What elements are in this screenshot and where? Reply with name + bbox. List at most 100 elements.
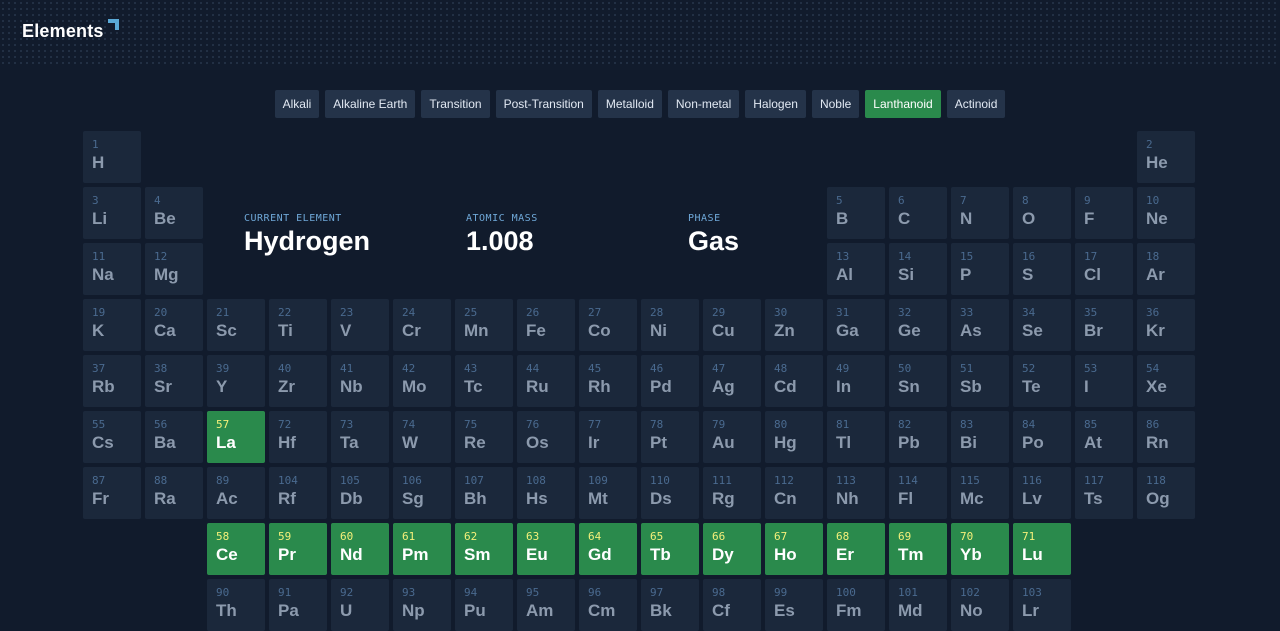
element-cell-na[interactable]: 11 Na bbox=[83, 243, 141, 295]
element-cell-hs[interactable]: 108 Hs bbox=[517, 467, 575, 519]
element-cell-yb[interactable]: 70 Yb bbox=[951, 523, 1009, 575]
element-cell-pb[interactable]: 82 Pb bbox=[889, 411, 947, 463]
element-cell-co[interactable]: 27 Co bbox=[579, 299, 637, 351]
element-cell-br[interactable]: 35 Br bbox=[1075, 299, 1133, 351]
element-cell-nd[interactable]: 60 Nd bbox=[331, 523, 389, 575]
element-cell-dy[interactable]: 66 Dy bbox=[703, 523, 761, 575]
element-cell-rg[interactable]: 111 Rg bbox=[703, 467, 761, 519]
element-cell-sn[interactable]: 50 Sn bbox=[889, 355, 947, 407]
element-cell-s[interactable]: 16 S bbox=[1013, 243, 1071, 295]
element-cell-pm[interactable]: 61 Pm bbox=[393, 523, 451, 575]
element-cell-v[interactable]: 23 V bbox=[331, 299, 389, 351]
element-cell-ru[interactable]: 44 Ru bbox=[517, 355, 575, 407]
filter-chip-transition[interactable]: Transition bbox=[421, 90, 490, 118]
logo-text[interactable]: Elements bbox=[22, 21, 104, 42]
element-cell-ge[interactable]: 32 Ge bbox=[889, 299, 947, 351]
element-cell-zr[interactable]: 40 Zr bbox=[269, 355, 327, 407]
element-cell-hf[interactable]: 72 Hf bbox=[269, 411, 327, 463]
element-cell-zn[interactable]: 30 Zn bbox=[765, 299, 823, 351]
element-cell-ag[interactable]: 47 Ag bbox=[703, 355, 761, 407]
element-cell-fm[interactable]: 100 Fm bbox=[827, 579, 885, 631]
element-cell-bk[interactable]: 97 Bk bbox=[641, 579, 699, 631]
element-cell-bh[interactable]: 107 Bh bbox=[455, 467, 513, 519]
element-cell-cf[interactable]: 98 Cf bbox=[703, 579, 761, 631]
element-cell-ga[interactable]: 31 Ga bbox=[827, 299, 885, 351]
element-cell-ir[interactable]: 77 Ir bbox=[579, 411, 637, 463]
element-cell-mo[interactable]: 42 Mo bbox=[393, 355, 451, 407]
element-cell-nh[interactable]: 113 Nh bbox=[827, 467, 885, 519]
element-cell-ts[interactable]: 117 Ts bbox=[1075, 467, 1133, 519]
element-cell-in[interactable]: 49 In bbox=[827, 355, 885, 407]
element-cell-si[interactable]: 14 Si bbox=[889, 243, 947, 295]
element-cell-be[interactable]: 4 Be bbox=[145, 187, 203, 239]
element-cell-sg[interactable]: 106 Sg bbox=[393, 467, 451, 519]
element-cell-hg[interactable]: 80 Hg bbox=[765, 411, 823, 463]
element-cell-ni[interactable]: 28 Ni bbox=[641, 299, 699, 351]
element-cell-sb[interactable]: 51 Sb bbox=[951, 355, 1009, 407]
element-cell-ta[interactable]: 73 Ta bbox=[331, 411, 389, 463]
element-cell-pr[interactable]: 59 Pr bbox=[269, 523, 327, 575]
element-cell-np[interactable]: 93 Np bbox=[393, 579, 451, 631]
element-cell-al[interactable]: 13 Al bbox=[827, 243, 885, 295]
element-cell-w[interactable]: 74 W bbox=[393, 411, 451, 463]
element-cell-fl[interactable]: 114 Fl bbox=[889, 467, 947, 519]
filter-chip-actinoid[interactable]: Actinoid bbox=[946, 90, 1006, 118]
element-cell-er[interactable]: 68 Er bbox=[827, 523, 885, 575]
element-cell-ce[interactable]: 58 Ce bbox=[207, 523, 265, 575]
element-cell-sr[interactable]: 38 Sr bbox=[145, 355, 203, 407]
element-cell-pt[interactable]: 78 Pt bbox=[641, 411, 699, 463]
element-cell-ra[interactable]: 88 Ra bbox=[145, 467, 203, 519]
element-cell-he[interactable]: 2 He bbox=[1137, 131, 1195, 183]
element-cell-mn[interactable]: 25 Mn bbox=[455, 299, 513, 351]
filter-chip-lanthanoid[interactable]: Lanthanoid bbox=[865, 90, 941, 118]
element-cell-tl[interactable]: 81 Tl bbox=[827, 411, 885, 463]
element-cell-gd[interactable]: 64 Gd bbox=[579, 523, 637, 575]
element-cell-au[interactable]: 79 Au bbox=[703, 411, 761, 463]
element-cell-rh[interactable]: 45 Rh bbox=[579, 355, 637, 407]
element-cell-rb[interactable]: 37 Rb bbox=[83, 355, 141, 407]
element-cell-ne[interactable]: 10 Ne bbox=[1137, 187, 1195, 239]
element-cell-ho[interactable]: 67 Ho bbox=[765, 523, 823, 575]
element-cell-xe[interactable]: 54 Xe bbox=[1137, 355, 1195, 407]
element-cell-es[interactable]: 99 Es bbox=[765, 579, 823, 631]
element-cell-u[interactable]: 92 U bbox=[331, 579, 389, 631]
element-cell-pd[interactable]: 46 Pd bbox=[641, 355, 699, 407]
element-cell-cr[interactable]: 24 Cr bbox=[393, 299, 451, 351]
element-cell-re[interactable]: 75 Re bbox=[455, 411, 513, 463]
filter-chip-metalloid[interactable]: Metalloid bbox=[597, 90, 662, 118]
element-cell-ca[interactable]: 20 Ca bbox=[145, 299, 203, 351]
element-cell-sm[interactable]: 62 Sm bbox=[455, 523, 513, 575]
element-cell-c[interactable]: 6C bbox=[889, 187, 947, 239]
element-cell-fr[interactable]: 87 Fr bbox=[83, 467, 141, 519]
filter-chip-alkali[interactable]: Alkali bbox=[274, 90, 320, 118]
element-cell-kr[interactable]: 36 Kr bbox=[1137, 299, 1195, 351]
element-cell-se[interactable]: 34 Se bbox=[1013, 299, 1071, 351]
element-cell-lr[interactable]: 103 Lr bbox=[1013, 579, 1071, 631]
filter-chip-non-metal[interactable]: Non-metal bbox=[667, 90, 740, 118]
element-cell-f[interactable]: 9F bbox=[1075, 187, 1133, 239]
element-cell-rf[interactable]: 104 Rf bbox=[269, 467, 327, 519]
element-cell-mt[interactable]: 109 Mt bbox=[579, 467, 637, 519]
element-cell-sc[interactable]: 21 Sc bbox=[207, 299, 265, 351]
element-cell-y[interactable]: 39 Y bbox=[207, 355, 265, 407]
element-cell-mc[interactable]: 115 Mc bbox=[951, 467, 1009, 519]
element-cell-li[interactable]: 3 Li bbox=[83, 187, 141, 239]
element-cell-ac[interactable]: 89 Ac bbox=[207, 467, 265, 519]
element-cell-cu[interactable]: 29 Cu bbox=[703, 299, 761, 351]
element-cell-n[interactable]: 7N bbox=[951, 187, 1009, 239]
element-cell-h[interactable]: 1H bbox=[83, 131, 141, 183]
element-cell-th[interactable]: 90 Th bbox=[207, 579, 265, 631]
element-cell-ti[interactable]: 22 Ti bbox=[269, 299, 327, 351]
element-cell-o[interactable]: 8O bbox=[1013, 187, 1071, 239]
element-cell-cm[interactable]: 96 Cm bbox=[579, 579, 637, 631]
element-cell-po[interactable]: 84 Po bbox=[1013, 411, 1071, 463]
element-cell-mg[interactable]: 12 Mg bbox=[145, 243, 203, 295]
element-cell-og[interactable]: 118 Og bbox=[1137, 467, 1195, 519]
element-cell-ba[interactable]: 56 Ba bbox=[145, 411, 203, 463]
element-cell-md[interactable]: 101 Md bbox=[889, 579, 947, 631]
element-cell-tc[interactable]: 43 Tc bbox=[455, 355, 513, 407]
element-cell-db[interactable]: 105 Db bbox=[331, 467, 389, 519]
filter-chip-noble[interactable]: Noble bbox=[811, 90, 860, 118]
element-cell-cd[interactable]: 48 Cd bbox=[765, 355, 823, 407]
element-cell-pa[interactable]: 91 Pa bbox=[269, 579, 327, 631]
